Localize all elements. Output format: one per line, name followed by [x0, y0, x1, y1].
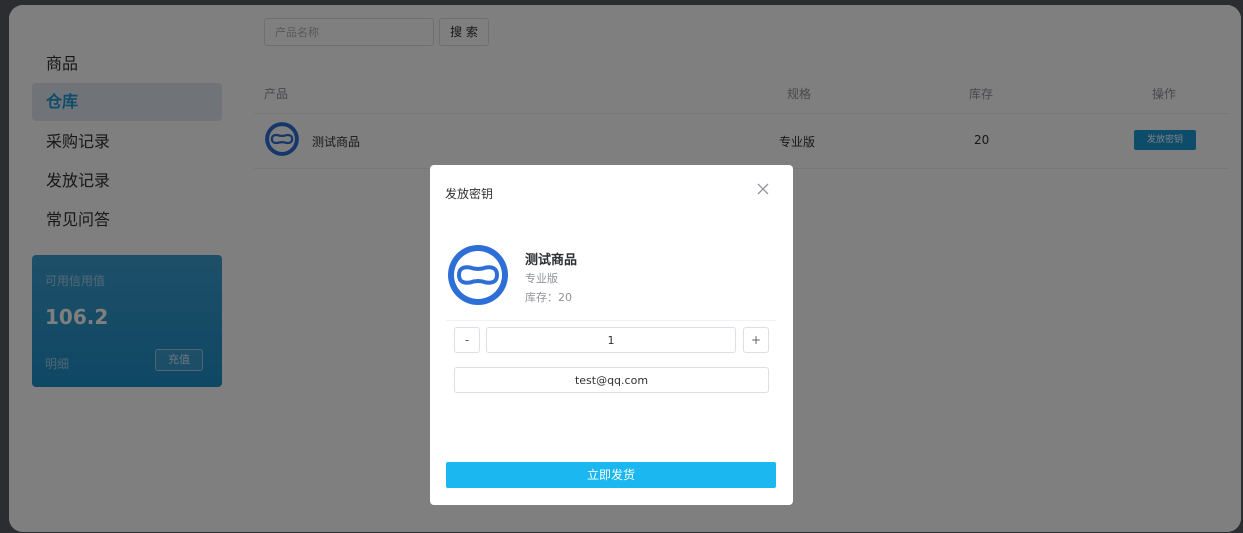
- dialog-title: 发放密钥: [445, 187, 494, 201]
- dialog-product-stock: 库存：20: [525, 291, 572, 304]
- close-icon[interactable]: [755, 181, 771, 197]
- quantity-input[interactable]: [486, 327, 736, 353]
- vr-headset-logo-icon: [448, 245, 508, 305]
- email-input[interactable]: [454, 367, 769, 393]
- app-window: 商品 仓库 采购记录 发放记录 常见问答 可用信用值 106.2 明细 充值 搜…: [9, 5, 1241, 532]
- dialog-product-spec: 专业版: [525, 272, 558, 285]
- dialog-divider: [446, 320, 776, 321]
- deliver-now-button[interactable]: 立即发货: [446, 462, 776, 488]
- dialog-product-name: 测试商品: [525, 253, 578, 268]
- quantity-increment-button[interactable]: +: [743, 327, 769, 353]
- issue-key-dialog: 发放密钥 测试商品 专业版 库存：20 - + 立即发货: [430, 165, 793, 505]
- quantity-decrement-button[interactable]: -: [454, 327, 480, 353]
